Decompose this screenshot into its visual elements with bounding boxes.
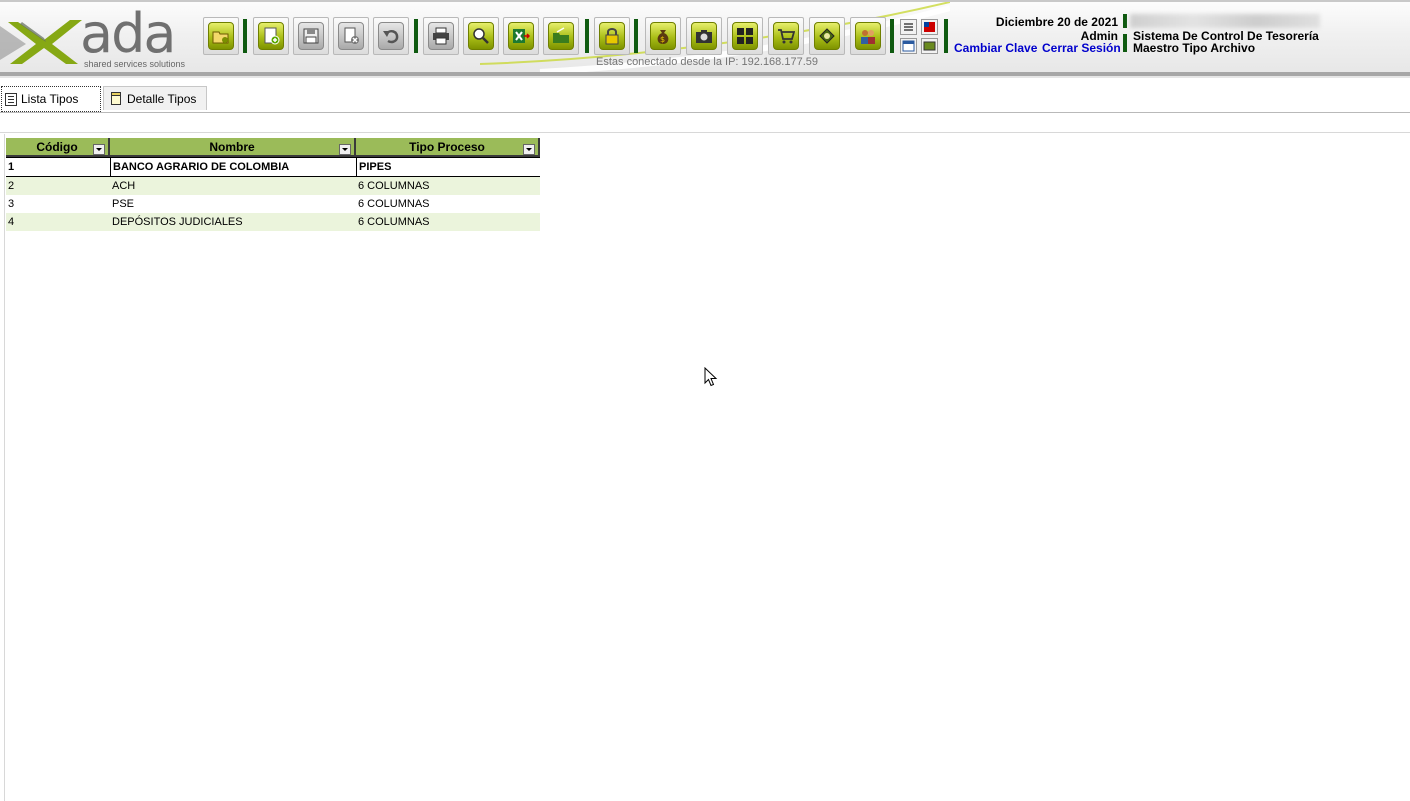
cell-nombre[interactable]: PSE [110, 195, 356, 213]
camera-button[interactable] [686, 17, 722, 55]
logo-wordmark: ada [80, 2, 176, 65]
toolbar-separator [243, 19, 247, 53]
money-bag-icon: $ [650, 22, 676, 50]
ada-logo-mark-icon [0, 20, 82, 64]
undo-icon [378, 22, 404, 50]
tab-detalle-tipos[interactable]: Detalle Tipos [103, 86, 207, 110]
table-row[interactable]: 3 PSE 6 COLUMNAS [6, 195, 540, 213]
app-header: ada shared services solutions $ Estas co… [0, 0, 1410, 78]
cell-nombre[interactable]: ACH [110, 177, 356, 195]
logout-link[interactable]: Cerrar Sesión [1042, 41, 1121, 55]
module-name: Maestro Tipo Archivo [1133, 41, 1256, 55]
lock-icon [599, 22, 625, 50]
image-icon [923, 41, 936, 51]
open-folder-icon [208, 22, 234, 50]
column-header-codigo[interactable]: Código [6, 138, 110, 157]
column-header-label: Código [36, 140, 78, 154]
flag-button[interactable] [921, 19, 938, 35]
column-header-nombre[interactable]: Nombre [110, 138, 356, 157]
save-button[interactable] [293, 17, 329, 55]
image-button[interactable] [921, 38, 938, 54]
cell-codigo[interactable]: 1 [6, 157, 110, 177]
toolbar-separator [634, 19, 638, 53]
tipos-grid: Código Nombre Tipo Proceso 1 BANCO AGRAR… [6, 138, 540, 231]
cart-icon [773, 22, 799, 50]
cell-codigo[interactable]: 3 [6, 195, 110, 213]
ip-connection-label: Estas conectado desde la IP: 192.168.177… [596, 56, 818, 68]
table-row[interactable]: 2 ACH 6 COLUMNAS [6, 177, 540, 195]
cell-codigo[interactable]: 2 [6, 177, 110, 195]
open-folder-button[interactable] [203, 17, 239, 55]
current-date: Diciembre 20 de 2021 [995, 15, 1118, 29]
users-icon [855, 22, 881, 50]
window-button[interactable] [900, 38, 917, 54]
print-icon [428, 22, 454, 50]
change-password-link[interactable]: Cambiar Clave [954, 41, 1037, 55]
lock-button[interactable] [594, 17, 630, 55]
tab-label: Detalle Tipos [127, 91, 197, 106]
grid-header: Código Nombre Tipo Proceso [6, 138, 540, 157]
print-button[interactable] [423, 17, 459, 55]
new-button[interactable] [253, 17, 289, 55]
cell-tipo-proceso[interactable]: PIPES [356, 157, 540, 177]
logo-tagline: shared services solutions [84, 59, 186, 69]
info-separator [1123, 34, 1127, 52]
header-top-border [0, 0, 1410, 2]
cell-tipo-proceso[interactable]: 6 COLUMNAS [356, 213, 540, 231]
content-divider [0, 132, 1410, 133]
toolbar-separator [414, 19, 418, 53]
content-left-border [4, 134, 5, 801]
svg-text:$: $ [660, 35, 665, 44]
delete-button[interactable] [333, 17, 369, 55]
list-icon [904, 23, 913, 31]
money-button[interactable]: $ [645, 17, 681, 55]
cell-nombre[interactable]: BANCO AGRARIO DE COLOMBIA [110, 157, 356, 177]
tab-lista-tipos[interactable]: Lista Tipos [1, 86, 101, 112]
info-separator [1123, 14, 1127, 28]
open-icon [548, 22, 574, 50]
table-row[interactable]: 4 DEPÓSITOS JUDICIALES 6 COLUMNAS [6, 213, 540, 231]
column-header-tipo-proceso[interactable]: Tipo Proceso [356, 138, 540, 157]
delete-icon [338, 22, 364, 50]
list-icon [5, 92, 17, 106]
redacted-company-name [1130, 14, 1320, 28]
toolbar-separator [944, 19, 948, 53]
ada-logo: ada shared services solutions [0, 2, 192, 70]
table-row[interactable]: 1 BANCO AGRARIO DE COLOMBIA PIPES [6, 157, 540, 177]
search-button[interactable] [463, 17, 499, 55]
cell-nombre[interactable]: DEPÓSITOS JUDICIALES [110, 213, 356, 231]
column-header-label: Tipo Proceso [409, 140, 485, 154]
cart-button[interactable] [768, 17, 804, 55]
flag-icon [924, 22, 935, 32]
export-excel-icon [508, 22, 534, 50]
toolbar-separator [585, 19, 589, 53]
export-excel-button[interactable] [503, 17, 539, 55]
camera-icon [691, 22, 717, 50]
save-icon [298, 22, 324, 50]
mouse-cursor-icon [704, 367, 718, 387]
window-icon [902, 40, 915, 52]
list-view-button[interactable] [900, 19, 917, 35]
grid-button[interactable] [727, 17, 763, 55]
toolbar-separator [890, 19, 894, 53]
settings-icon [814, 22, 840, 50]
undo-button[interactable] [373, 17, 409, 55]
filter-dropdown-icon[interactable] [93, 144, 105, 155]
tab-bar: Lista Tipos Detalle Tipos [0, 84, 1410, 113]
settings-button[interactable] [809, 17, 845, 55]
column-header-label: Nombre [209, 140, 255, 154]
filter-dropdown-icon[interactable] [339, 144, 351, 155]
cell-tipo-proceso[interactable]: 6 COLUMNAS [356, 177, 540, 195]
new-document-icon [258, 22, 284, 50]
filter-dropdown-icon[interactable] [523, 144, 535, 155]
header-bottom-border [0, 72, 1410, 76]
cell-codigo[interactable]: 4 [6, 213, 110, 231]
tab-label: Lista Tipos [21, 92, 79, 106]
grid-icon [732, 22, 758, 50]
users-button[interactable] [850, 17, 886, 55]
search-icon [468, 22, 494, 50]
document-icon [111, 92, 123, 105]
open-button[interactable] [543, 17, 579, 55]
cell-tipo-proceso[interactable]: 6 COLUMNAS [356, 195, 540, 213]
